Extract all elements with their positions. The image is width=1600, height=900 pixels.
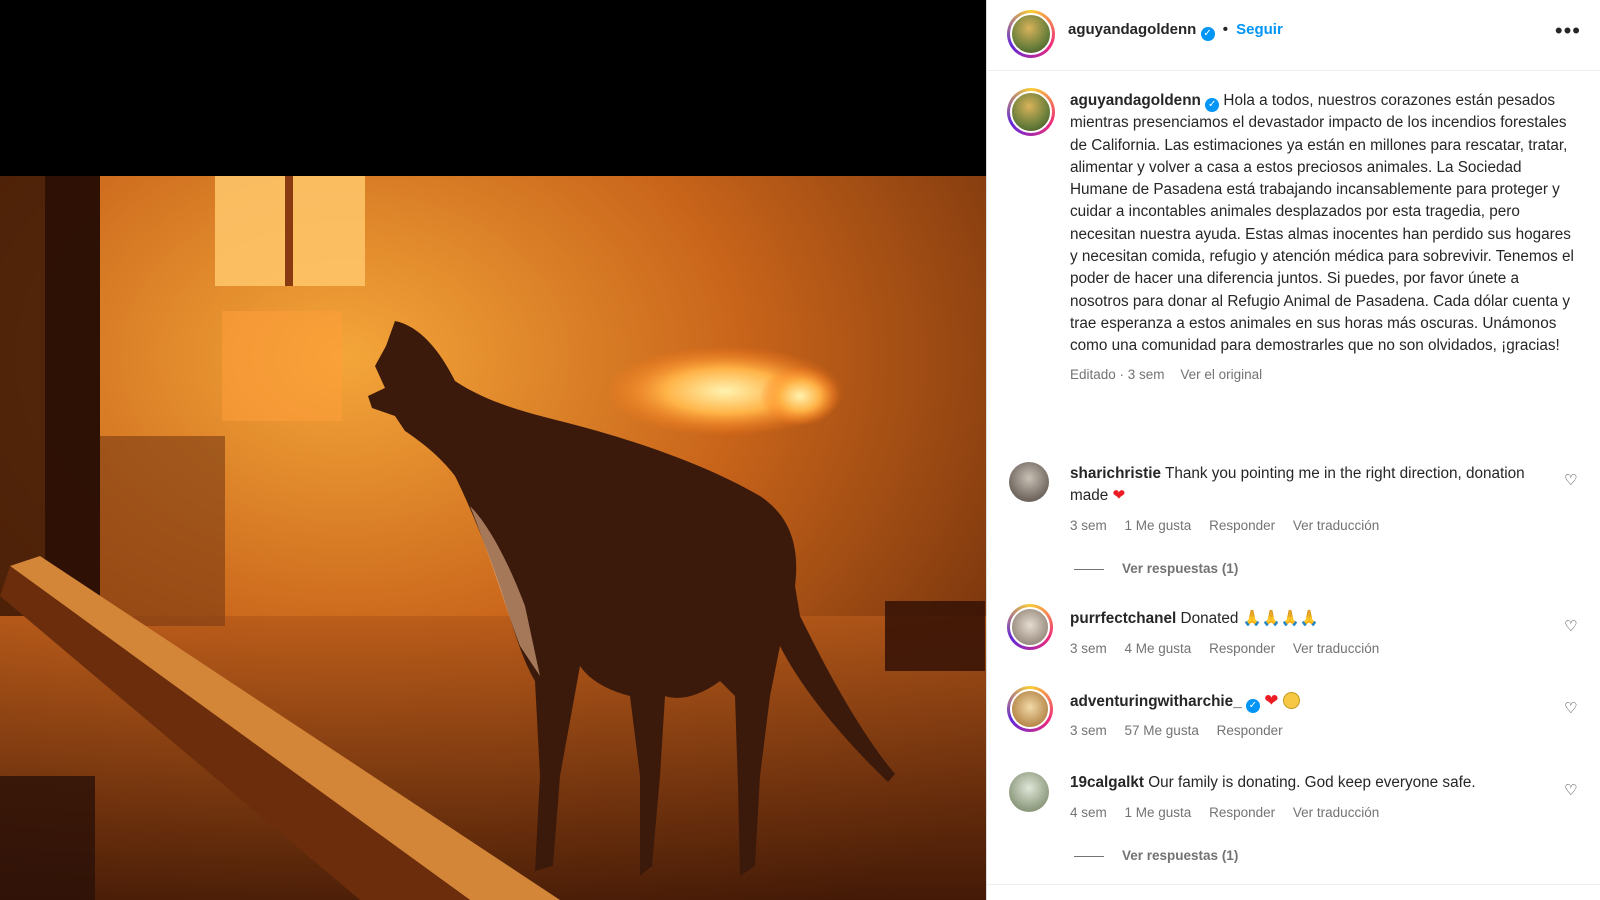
comment-item: purrfectchanel Donated 🙏🙏🙏🙏 [1070,608,1540,630]
comment-text: Donated 🙏🙏🙏🙏 [1180,610,1319,627]
comment-username[interactable]: sharichristie [1070,465,1161,482]
like-comment-heart-icon[interactable]: ♡ [1564,473,1578,488]
translate-button[interactable]: Ver traducción [1293,518,1379,533]
comment-username[interactable]: purrfectchanel [1070,610,1176,627]
commenter-avatar[interactable] [1009,772,1049,812]
comment-meta: 4 sem 1 Me gusta Responder Ver traducció… [1070,805,1393,820]
comment-time: 4 sem [1070,805,1107,820]
smiling-face-emoji-icon [1282,692,1300,709]
view-replies-button[interactable]: Ver respuestas (1) [1074,561,1238,576]
view-replies-label: Ver respuestas (1) [1122,561,1239,576]
view-replies-button[interactable]: Ver respuestas (1) [1074,848,1238,863]
comment-time: 3 sem [1070,723,1107,738]
comment-item: adventuringwitharchie_ ✓ ❤ [1070,690,1540,713]
comment-likes[interactable]: 4 Me gusta [1125,641,1192,656]
red-heart-emoji-icon: ❤ [1112,487,1126,505]
comment-text: Our family is donating. God keep everyon… [1148,774,1476,791]
commenter-avatar[interactable] [1007,604,1053,650]
comment-likes[interactable]: 1 Me gusta [1125,518,1192,533]
comment-username[interactable]: 19calgalkt [1070,774,1144,791]
translate-button[interactable]: Ver traducción [1293,641,1379,656]
comment-time: 3 sem [1070,518,1107,533]
comment-likes[interactable]: 1 Me gusta [1125,805,1192,820]
reply-button[interactable]: Responder [1209,518,1275,533]
separator-dot: • [1222,21,1228,38]
caption-edited-time: Editado · 3 sem [1070,366,1165,382]
translate-button[interactable]: Ver traducción [1293,805,1379,820]
more-options-icon[interactable]: ••• [1555,18,1581,44]
reply-button[interactable]: Responder [1209,641,1275,656]
comment-meta: 3 sem 1 Me gusta Responder Ver traducció… [1070,518,1393,533]
reply-button[interactable]: Responder [1217,723,1283,738]
comment-time: 3 sem [1070,641,1107,656]
comment-item: sharichristie Thank you pointing me in t… [1070,463,1540,508]
verified-badge-icon: ✓ [1200,27,1215,41]
commenter-avatar[interactable] [1007,686,1053,732]
post-photo-dog-fire [0,176,986,900]
post-header: aguyandagoldenn ✓ • Seguir ••• [987,0,1600,71]
see-original-link[interactable]: Ver el original [1180,367,1262,382]
comment-meta: 3 sem 4 Me gusta Responder Ver traducció… [1070,641,1393,656]
author-username-link[interactable]: aguyandagoldenn [1068,21,1196,38]
caption-text: Hola a todos, nuestros corazones están p… [1070,92,1574,355]
post-caption: aguyandagoldenn ✓ Hola a todos, nuestros… [1070,90,1575,386]
caption-username[interactable]: aguyandagoldenn [1070,92,1201,109]
post-sidebar: aguyandagoldenn ✓ • Seguir ••• aguyandag… [986,0,1600,900]
comment-meta: 3 sem 57 Me gusta Responder [1070,723,1297,738]
commenter-avatar[interactable] [1009,462,1049,502]
comment-item: 19calgalkt Our family is donating. God k… [1070,772,1540,794]
replies-divider-line [1074,568,1104,570]
follow-button[interactable]: Seguir [1236,21,1283,38]
verified-badge-icon: ✓ [1245,699,1260,713]
like-comment-heart-icon[interactable]: ♡ [1564,701,1578,716]
comment-username[interactable]: adventuringwitharchie_ [1070,693,1242,710]
caption-meta: Editado · 3 sem Ver el original [1070,364,1575,386]
verified-badge-icon: ✓ [1205,98,1220,112]
reply-button[interactable]: Responder [1209,805,1275,820]
divider [987,884,1600,885]
post-media[interactable] [0,0,986,900]
view-replies-label: Ver respuestas (1) [1122,848,1239,863]
replies-divider-line [1074,855,1104,857]
author-username-header: aguyandagoldenn ✓ • Seguir [1068,21,1283,41]
comment-likes[interactable]: 57 Me gusta [1125,723,1199,738]
like-comment-heart-icon[interactable]: ♡ [1564,619,1578,634]
caption-author-avatar[interactable] [1007,88,1055,136]
author-avatar[interactable] [1007,10,1055,58]
red-heart-emoji-icon: ❤ [1264,691,1279,710]
like-comment-heart-icon[interactable]: ♡ [1564,783,1578,798]
